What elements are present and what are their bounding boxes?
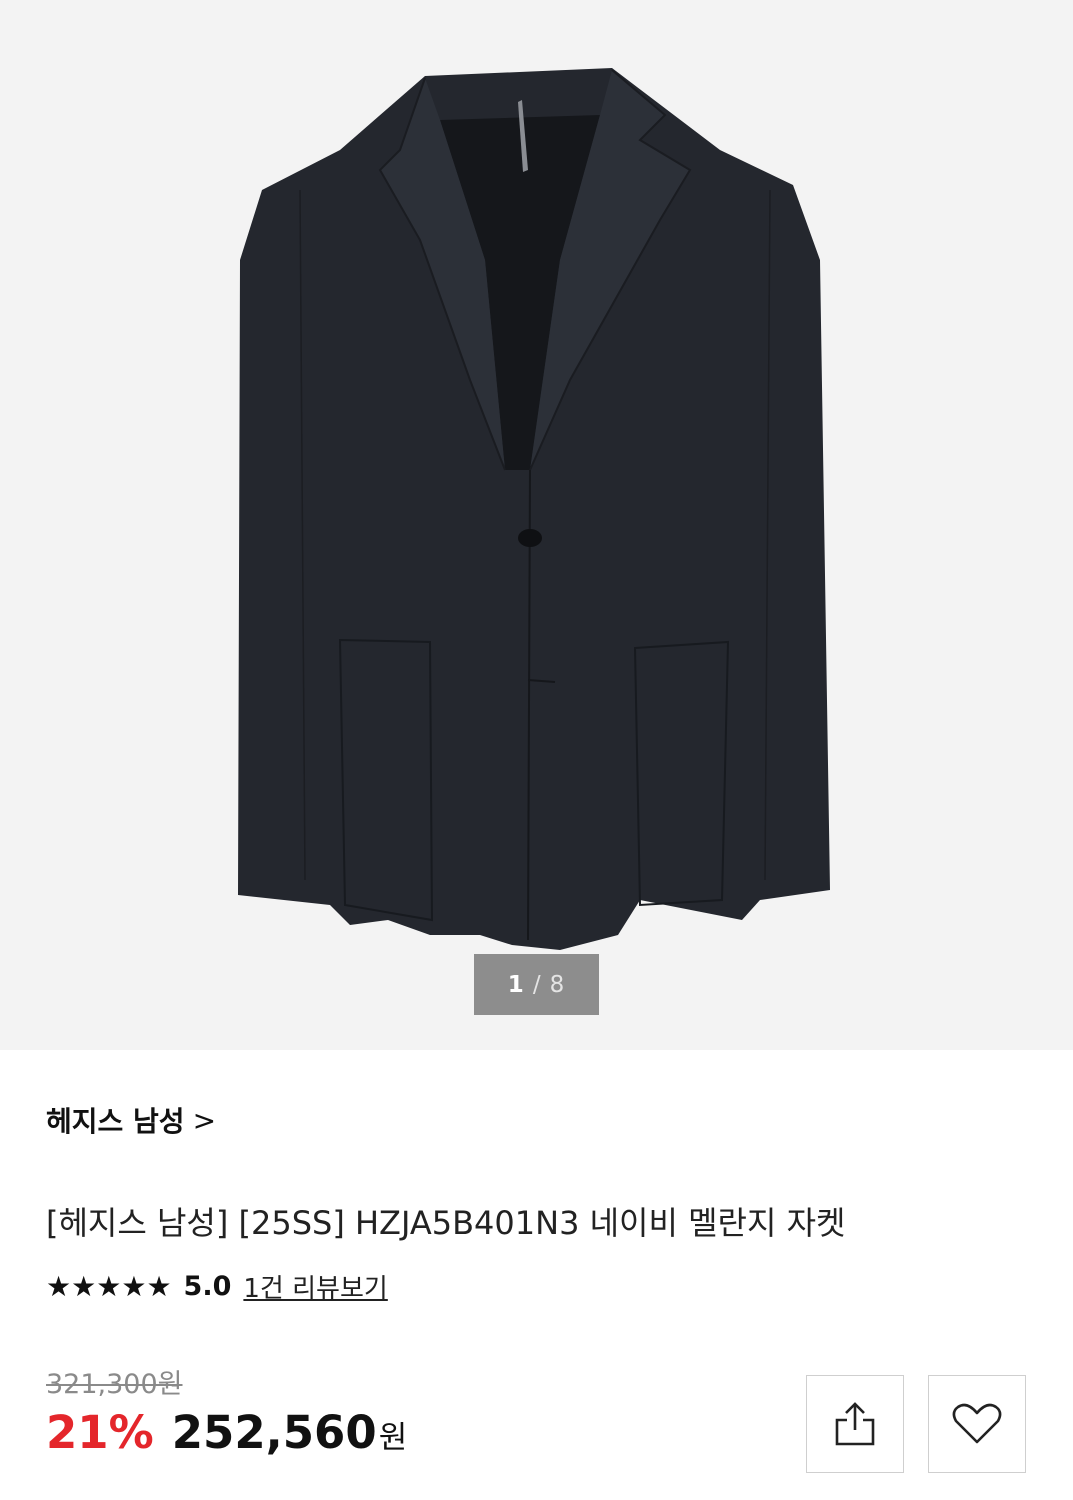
- star-icon: ★: [121, 1269, 147, 1303]
- wishlist-button[interactable]: [928, 1375, 1026, 1473]
- sale-price: 252,560: [171, 1406, 377, 1459]
- counter-current: 1: [507, 971, 525, 998]
- heart-outline-icon: [952, 1403, 1002, 1444]
- image-page-counter: 1 / 8: [474, 954, 599, 1015]
- rating-stars: ★ ★ ★ ★ ★: [46, 1269, 172, 1303]
- counter-total: 8: [549, 971, 566, 998]
- share-button[interactable]: [806, 1375, 904, 1473]
- star-icon: ★: [71, 1269, 97, 1303]
- original-price: 321,300원: [46, 1369, 183, 1400]
- star-icon: ★: [146, 1269, 172, 1303]
- product-title: [헤지스 남성] [25SS] HZJA5B401N3 네이비 멜란지 자켓: [46, 1204, 846, 1242]
- discount-rate: 21%: [46, 1406, 154, 1459]
- product-rating: ★ ★ ★ ★ ★ 5.0 1건 리뷰보기: [46, 1268, 388, 1305]
- star-icon: ★: [96, 1269, 122, 1303]
- star-icon: ★: [46, 1269, 72, 1303]
- brand-link[interactable]: 헤지스 남성 >: [46, 1100, 216, 1140]
- brand-label: 헤지스 남성: [46, 1105, 185, 1138]
- review-link[interactable]: 1건 리뷰보기: [243, 1268, 387, 1305]
- chevron-right-icon: >: [192, 1103, 217, 1137]
- counter-separator: /: [532, 971, 542, 998]
- product-image-gallery[interactable]: 1 / 8: [0, 0, 1073, 1050]
- share-icon: [835, 1402, 875, 1446]
- rating-score: 5.0: [183, 1271, 232, 1302]
- product-image-jacket: [238, 68, 830, 950]
- currency-unit: 원: [378, 1420, 408, 1456]
- sale-price-row: 21% 252,560 원: [46, 1406, 407, 1459]
